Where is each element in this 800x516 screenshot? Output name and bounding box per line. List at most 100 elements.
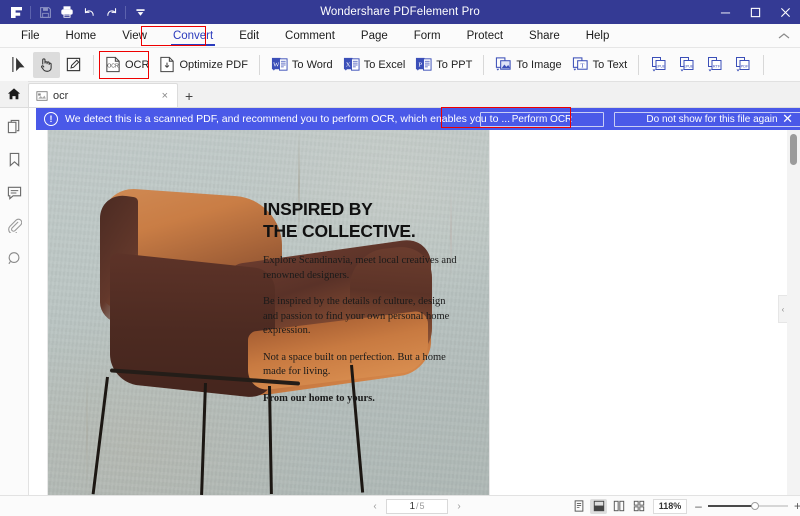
notification-message: We detect this is a scanned PDF, and rec…	[65, 113, 511, 125]
facing-view-button[interactable]	[610, 499, 627, 514]
ocr-button[interactable]: OCR OCR	[100, 52, 154, 78]
sidebar-item-search[interactable]	[4, 248, 24, 268]
maximize-button[interactable]	[740, 0, 770, 24]
optimize-icon	[159, 56, 175, 73]
slider-knob[interactable]	[751, 502, 759, 510]
status-bar: ‹ 1 / 5 › 118% – +	[0, 495, 800, 516]
grid-view-button[interactable]	[630, 499, 647, 514]
pdf-page-1: INSPIRED BY THE COLLECTIVE. Explore Scan…	[48, 130, 489, 495]
zoom-slider-group: – +	[694, 499, 800, 513]
undo-icon[interactable]	[78, 2, 100, 22]
to-text-button[interactable]: T To Text	[567, 52, 633, 78]
to-ppt-button[interactable]: P To PPT	[410, 52, 477, 78]
to-ppt-label: To PPT	[436, 58, 473, 71]
page-separator: /	[416, 501, 419, 511]
svg-text:EPUB: EPUB	[656, 64, 666, 68]
text-icon: T	[572, 56, 589, 73]
svg-text:W: W	[273, 61, 280, 68]
print-icon[interactable]	[56, 2, 78, 22]
zoom-in-button[interactable]: +	[793, 499, 800, 513]
convert-ribbon: OCR OCR Optimize PDF W To Word X To Exce…	[0, 48, 800, 82]
bookmark-icon	[7, 152, 22, 167]
single-page-view-button[interactable]	[570, 499, 587, 514]
pdf-file-icon	[36, 90, 48, 102]
home-tab[interactable]	[0, 81, 28, 107]
tab-strip: ocr × +	[0, 81, 800, 108]
menu-item-convert[interactable]: Convert	[160, 24, 226, 48]
document-tab-label: ocr	[53, 89, 69, 102]
expand-right-panel-button[interactable]: ‹	[778, 295, 787, 323]
optimize-pdf-button[interactable]: Optimize PDF	[154, 52, 252, 78]
menu-item-comment[interactable]: Comment	[272, 24, 348, 48]
collapse-ribbon-icon[interactable]	[778, 24, 790, 48]
to-image-label: To Image	[516, 58, 562, 71]
close-button[interactable]	[770, 0, 800, 24]
ocr-notification-bar: ! We detect this is a scanned PDF, and r…	[36, 108, 800, 130]
page-number-input[interactable]: 1 / 5	[386, 498, 448, 514]
to-excel-button[interactable]: X To Excel	[338, 52, 411, 78]
document-viewport[interactable]: INSPIRED BY THE COLLECTIVE. Explore Scan…	[29, 108, 800, 495]
menu-item-file[interactable]: File	[8, 24, 53, 48]
slider-fill	[708, 504, 753, 508]
page-navigation: ‹ 1 / 5 ›	[368, 498, 466, 514]
to-excel-label: To Excel	[363, 58, 406, 71]
menu-item-edit[interactable]: Edit	[226, 24, 272, 48]
app-logo-icon	[5, 2, 27, 22]
minimize-button[interactable]	[710, 0, 740, 24]
zoom-slider[interactable]	[708, 502, 788, 511]
headline-line-1: INSPIRED BY	[263, 199, 373, 219]
previous-page-button[interactable]: ‹	[368, 501, 382, 512]
customize-toolbar-icon[interactable]	[129, 2, 151, 22]
to-pdf-button[interactable]: PDF	[729, 52, 757, 78]
window-controls	[710, 0, 800, 24]
paragraph-2: Be inspired by the details of culture, d…	[263, 296, 450, 336]
hand-tool-button[interactable]	[33, 51, 60, 78]
to-text-label: To Text	[592, 58, 628, 71]
menu-item-protect[interactable]: Protect	[454, 24, 516, 48]
title-bar: Wondershare PDFelement Pro	[0, 0, 800, 24]
optimize-pdf-label: Optimize PDF	[179, 58, 248, 71]
ppt-icon: P	[415, 56, 432, 73]
menu-item-view[interactable]: View	[109, 24, 160, 48]
total-pages-value: 5	[419, 501, 425, 511]
sidebar-item-attachments[interactable]	[4, 215, 24, 235]
tab-close-icon[interactable]: ×	[159, 90, 171, 102]
zoom-level-input[interactable]: 118%	[653, 498, 687, 514]
info-icon: !	[44, 112, 58, 126]
zoom-out-button[interactable]: –	[694, 499, 703, 513]
do-not-show-again-button[interactable]: Do not show for this file again	[614, 111, 800, 127]
to-epub-button[interactable]: EPUB	[645, 52, 673, 78]
save-icon[interactable]	[34, 2, 56, 22]
svg-text:PDF: PDF	[741, 63, 749, 68]
menu-item-form[interactable]: Form	[401, 24, 454, 48]
new-tab-button[interactable]: +	[178, 85, 200, 107]
comment-icon	[7, 185, 22, 200]
to-image-button[interactable]: To Image	[490, 52, 566, 78]
vertical-scrollbar[interactable]	[787, 130, 800, 495]
next-page-button[interactable]: ›	[452, 501, 466, 512]
perform-ocr-button[interactable]: Perform OCR	[480, 111, 604, 127]
to-epub2-button[interactable]: EPUB	[673, 52, 701, 78]
ocr-icon: OCR	[105, 56, 121, 73]
page-text-block: INSPIRED BY THE COLLECTIVE. Explore Scan…	[263, 198, 463, 406]
sidebar-item-comments[interactable]	[4, 182, 24, 202]
to-word-button[interactable]: W To Word	[266, 52, 338, 78]
paragraph-3: Not a space built on perfection. But a h…	[263, 351, 446, 378]
thumbnails-icon	[7, 119, 22, 134]
divider	[638, 54, 640, 75]
menu-item-home[interactable]: Home	[53, 24, 110, 48]
continuous-view-button[interactable]	[590, 498, 607, 514]
sidebar-item-bookmarks[interactable]	[4, 149, 24, 169]
divider	[125, 5, 126, 19]
redo-icon[interactable]	[100, 2, 122, 22]
edit-tool-button[interactable]	[60, 52, 87, 78]
sidebar-item-thumbnails[interactable]	[4, 116, 24, 136]
menu-item-page[interactable]: Page	[348, 24, 401, 48]
menu-item-help[interactable]: Help	[573, 24, 623, 48]
document-tab-ocr[interactable]: ocr ×	[28, 83, 178, 107]
menu-item-share[interactable]: Share	[516, 24, 573, 48]
close-notification-icon[interactable]: ✕	[782, 111, 793, 127]
select-tool-button[interactable]	[6, 52, 33, 78]
scrollbar-thumb[interactable]	[790, 134, 797, 165]
to-rtf-button[interactable]: RTF	[701, 52, 729, 78]
